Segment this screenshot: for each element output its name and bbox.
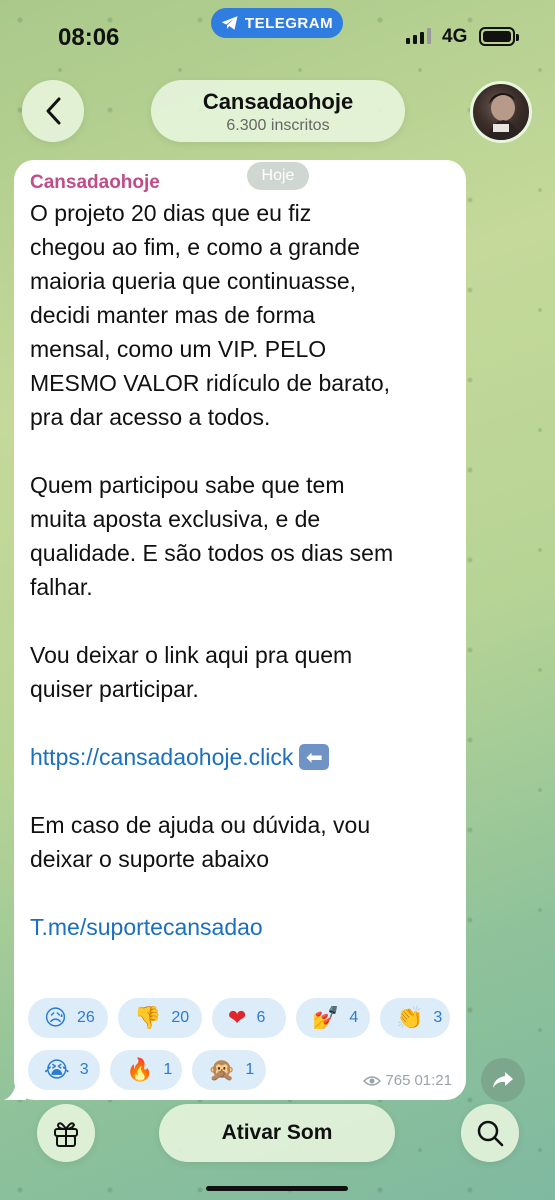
telegram-icon [221,16,238,30]
subscriber-count: 6.300 inscritos [226,117,330,134]
view-count: 765 [385,1072,411,1089]
message-paragraph: Vou deixar o link aqui pra quem quiser p… [30,642,353,702]
message-paragraph: O projeto 20 dias que eu fiz chegou ao f… [30,200,391,430]
search-button[interactable] [461,1104,519,1162]
thumbs-down-icon: 👎 [134,1005,162,1030]
gift-button[interactable] [37,1104,95,1162]
share-arrow-icon [493,1072,513,1088]
clapping-hands-icon: 👏 [396,1005,424,1030]
telegram-return-pill[interactable]: TELEGRAM [211,8,343,38]
reaction-chip[interactable]: ❤ 6 [212,998,286,1038]
status-bar: 08:06 TELEGRAM 4G [0,0,555,70]
reaction-count: 6 [256,1009,266,1026]
message-time: 01:21 [414,1072,452,1089]
message-link[interactable]: https://cansadaohoje.click [30,740,293,774]
status-time: 08:06 [58,24,120,51]
reaction-chip[interactable]: 👎 20 [118,998,202,1038]
forward-button[interactable] [481,1058,525,1102]
message-paragraph: Em caso de ajuda ou dúvida, vou deixar o… [30,812,371,872]
message-link[interactable]: T.me/suportecansadao [30,910,450,944]
reaction-count: 4 [349,1009,359,1026]
eye-icon [363,1075,382,1086]
channel-header[interactable]: Cansadaohoje 6.300 inscritos [151,80,405,142]
message-bubble[interactable]: Cansadaohoje O projeto 20 dias que eu fi… [14,160,466,1100]
gift-icon [54,1122,78,1147]
back-button[interactable] [22,80,84,142]
search-icon [477,1120,504,1147]
reaction-count: 20 [171,1009,190,1026]
reaction-chip[interactable]: 💅 4 [296,998,370,1038]
reaction-chip[interactable]: 🔥 1 [110,1050,182,1090]
message-paragraph: Quem participou sabe que tem muita apost… [30,472,394,600]
reaction-count: 26 [76,1009,95,1026]
message-meta: 765 01:21 [363,1072,452,1089]
home-indicator [206,1186,348,1191]
avatar-image [487,93,519,140]
network-type: 4G [442,26,468,47]
signal-icon [406,28,431,44]
unmute-button[interactable]: Ativar Som [159,1104,395,1162]
telegram-label: TELEGRAM [244,14,334,32]
reaction-chip[interactable]: 🙊 1 [192,1050,266,1090]
channel-avatar[interactable] [470,81,532,143]
channel-name: Cansadaohoje [202,89,354,114]
date-chip: Hoje [247,162,309,190]
chevron-left-icon [46,97,61,125]
reaction-count: 3 [433,1009,443,1026]
nail-polish-icon: 💅 [312,1005,340,1030]
reaction-count: 1 [163,1061,173,1078]
reaction-chip[interactable]: 👏 3 [380,998,450,1038]
left-arrow-icon: ⬅ [299,744,330,770]
reaction-chip[interactable]: 😥 26 [28,998,108,1038]
reaction-count: 3 [79,1061,89,1078]
heart-icon: ❤ [228,1005,247,1030]
message-sender: Cansadaohoje [30,172,160,193]
sad-face-icon: 😥 [44,1005,67,1030]
crying-face-icon: 😭 [44,1057,70,1082]
reaction-chip[interactable]: 😭 3 [28,1050,100,1090]
fire-icon: 🔥 [126,1057,154,1082]
battery-icon [479,27,519,46]
reaction-count: 1 [245,1061,255,1078]
monkey-icon: 🙊 [208,1057,236,1082]
